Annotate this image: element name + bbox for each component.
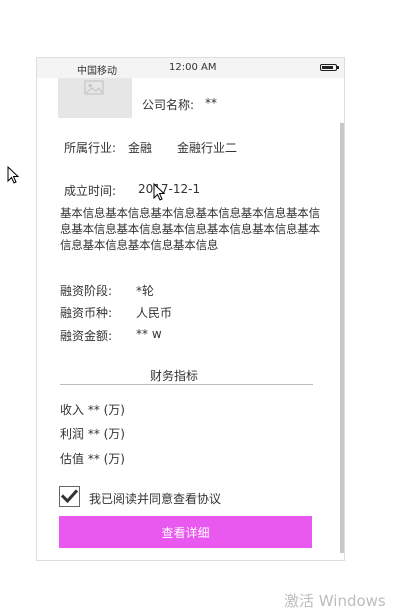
industry-label: 所属行业: — [64, 141, 117, 155]
carrier-name: 中国移动 — [77, 66, 117, 77]
established-value: 2017-12-1 — [138, 182, 201, 196]
windows-activation-watermark: 激活 Windows — [284, 592, 386, 609]
financing-stage-label: 融资阶段: — [60, 284, 113, 298]
industry-tag-2: 金融行业二 — [177, 141, 238, 155]
industry-tag-1: 金融 — [128, 141, 153, 155]
financial-indicators-title: 财务指标 — [150, 369, 199, 383]
view-details-button[interactable]: 查看详细 — [59, 516, 312, 548]
company-logo-placeholder — [58, 78, 132, 118]
battery-icon — [320, 64, 339, 71]
scrollbar[interactable] — [340, 123, 344, 553]
financing-currency-label: 融资币种: — [60, 306, 113, 320]
established-label: 成立时间: — [64, 184, 117, 198]
financing-amount-label: 融资金额: — [60, 329, 113, 343]
financing-currency-value: 人民币 — [136, 306, 173, 320]
agreement-label[interactable]: 我已阅读并同意查看协议 — [89, 490, 221, 507]
basic-info-text: 基本信息基本信息基本信息基本信息基本信息基本信息基本信息基本信息基本信息基本信息… — [60, 206, 320, 252]
checkmark-icon — [60, 489, 79, 504]
status-bar: 中国移动 12:00 AM — [37, 58, 344, 78]
valuation-indicator: 估值 ** (万) — [60, 452, 125, 466]
profit-indicator: 利润 ** (万) — [60, 427, 125, 441]
agreement-checkbox[interactable] — [59, 486, 80, 507]
mouse-cursor-icon — [153, 183, 165, 201]
status-time: 12:00 AM — [169, 62, 217, 73]
mouse-cursor-icon — [7, 166, 19, 184]
company-name-label: 公司名称: — [142, 98, 195, 112]
financing-amount-value: ** w — [136, 327, 162, 341]
screen: 中国移动 12:00 AM 公司名称: ** 所属行业: 金融 金融行业二 成立… — [0, 0, 409, 609]
income-indicator: 收入 ** (万) — [60, 403, 125, 417]
financing-stage-value: *轮 — [136, 284, 155, 298]
image-placeholder-icon — [84, 80, 104, 95]
section-divider — [60, 384, 313, 385]
company-name-value: ** — [205, 96, 217, 110]
